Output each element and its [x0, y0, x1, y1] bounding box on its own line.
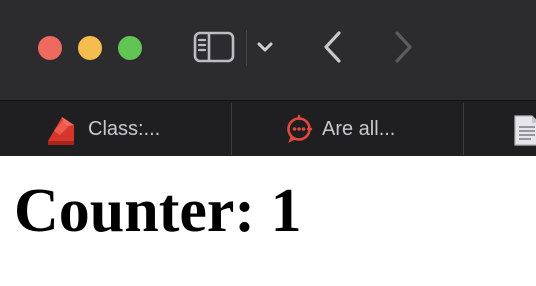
toolbar-divider [246, 30, 247, 66]
back-arrow-icon[interactable] [318, 28, 348, 66]
chevron-down-icon[interactable] [254, 36, 276, 58]
tab-bar: Class:... Are all... [0, 100, 536, 156]
sidebar-toggle-icon[interactable] [192, 30, 236, 64]
tab-label: Are all... [322, 118, 396, 140]
tab-class[interactable]: Class:... [0, 101, 231, 156]
browser-toolbar [0, 0, 536, 100]
chat-red-icon [287, 114, 313, 143]
zoom-window-button[interactable] [118, 36, 142, 60]
close-window-button[interactable] [38, 36, 62, 60]
counter-heading: Counter: 1 [14, 177, 302, 245]
tab-document[interactable] [464, 101, 536, 156]
forward-arrow-icon[interactable] [388, 28, 418, 66]
minimize-window-button[interactable] [78, 36, 102, 60]
browser-window: Class:... Are all... Counter: 1 [0, 0, 536, 286]
page-content: Counter: 1 [0, 156, 536, 286]
tab-are-all[interactable]: Are all... [232, 101, 463, 156]
document-gray-icon [514, 115, 536, 146]
document-red-icon [48, 117, 74, 145]
tab-label: Class:... [88, 118, 161, 140]
